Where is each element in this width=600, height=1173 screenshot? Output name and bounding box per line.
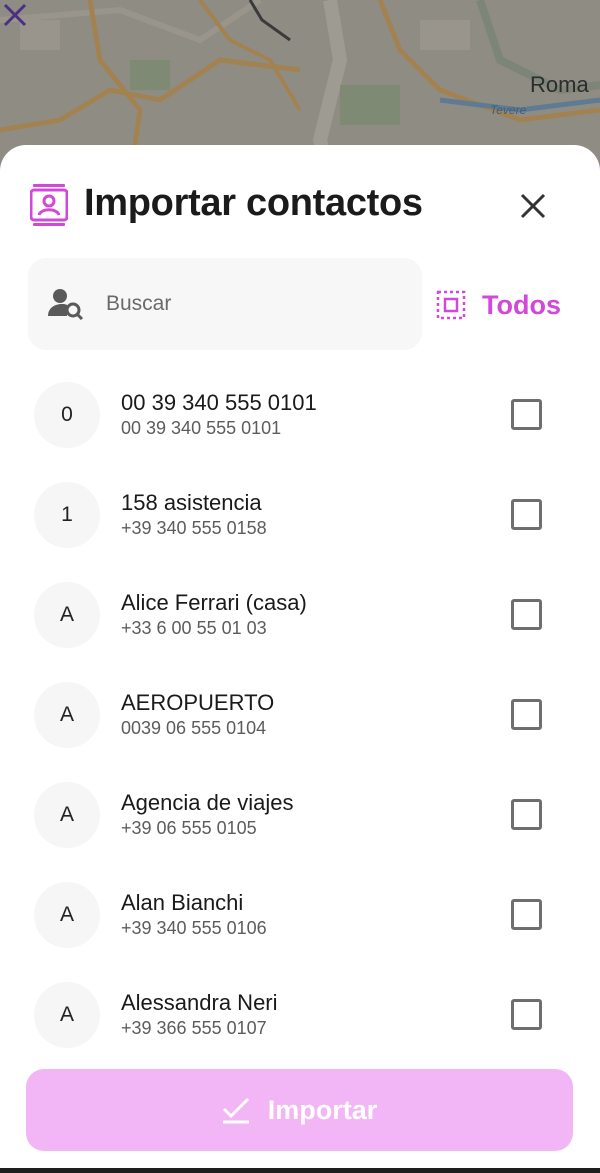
contact-name: 00 39 340 555 0101 (121, 390, 317, 415)
search-box[interactable] (28, 258, 422, 350)
contact-checkbox[interactable] (511, 399, 542, 430)
search-input[interactable] (106, 282, 406, 326)
contact-avatar: A (34, 782, 100, 848)
contact-phone: +39 366 555 0107 (121, 1018, 267, 1038)
contact-avatar: A (34, 882, 100, 948)
contact-name: Alessandra Neri (121, 990, 278, 1015)
contact-checkbox[interactable] (511, 899, 542, 930)
import-contacts-sheet: Importar contactos Todos 0 00 39 340 555… (0, 145, 600, 1173)
contact-phone: +39 06 555 0105 (121, 818, 257, 838)
contact-phone: 0039 06 555 0104 (121, 718, 267, 738)
bottom-edge (0, 1168, 600, 1173)
select-all-label: Todos (482, 289, 561, 320)
select-all-button[interactable]: Todos (436, 283, 561, 327)
sheet-header: Importar contactos (0, 145, 600, 255)
contact-name: AEROPUERTO (121, 690, 275, 715)
import-button-label: Importar (267, 1094, 378, 1125)
contact-avatar: A (34, 982, 100, 1048)
contact-name: Agencia de viajes (121, 790, 294, 815)
x-icon[interactable] (0, 0, 30, 30)
contact-row[interactable]: A Agencia de viajes +39 06 555 0105 (0, 765, 600, 865)
contact-checkbox[interactable] (511, 499, 542, 530)
contact-avatar: A (34, 582, 100, 648)
contact-avatar: A (34, 682, 100, 748)
contact-row[interactable]: A Alessandra Neri +39 366 555 0107 (0, 965, 600, 1065)
contact-row[interactable]: 1 158 asistencia +39 340 555 0158 (0, 465, 600, 565)
contact-row[interactable]: A Alan Bianchi +39 340 555 0106 (0, 865, 600, 965)
contact-name: Alice Ferrari (casa) (121, 590, 307, 615)
contact-name: 158 asistencia (121, 490, 262, 515)
contact-checkbox[interactable] (511, 999, 542, 1030)
contact-row[interactable]: A AEROPUERTO 0039 06 555 0104 (0, 665, 600, 765)
contact-phone: 00 39 340 555 0101 (121, 418, 282, 438)
contact-phone: +39 340 555 0106 (121, 918, 267, 938)
contact-checkbox[interactable] (511, 599, 542, 630)
person-search-icon (48, 289, 84, 320)
contact-row[interactable]: 0 00 39 340 555 0101 00 39 340 555 0101 (0, 365, 600, 465)
checkmark-icon (222, 1097, 249, 1124)
map-place-label: Roma (530, 72, 589, 97)
contact-name: Alan Bianchi (121, 890, 244, 915)
select-all-icon (436, 290, 466, 320)
map-river-label: Tevere (490, 103, 527, 117)
close-icon[interactable] (512, 185, 554, 227)
contact-row[interactable]: A Alice Ferrari (casa) +33 6 00 55 01 03 (0, 565, 600, 665)
contact-phone: +33 6 00 55 01 03 (121, 618, 267, 638)
contact-avatar: 1 (34, 482, 100, 548)
contact-avatar: 0 (34, 382, 100, 448)
contact-card-icon (30, 184, 68, 226)
page-title: Importar contactos (84, 182, 423, 224)
contact-phone: +39 340 555 0158 (121, 518, 267, 538)
import-button[interactable]: Importar (26, 1069, 573, 1151)
contact-checkbox[interactable] (511, 699, 542, 730)
contact-checkbox[interactable] (511, 799, 542, 830)
